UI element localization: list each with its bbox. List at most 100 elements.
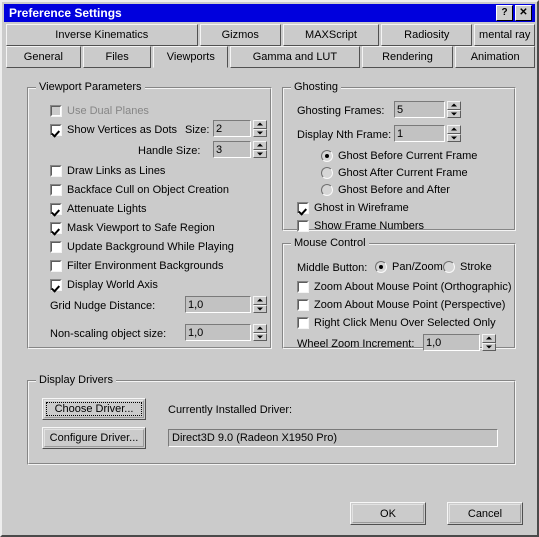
checkbox-label: Zoom About Mouse Point (Perspective) <box>314 299 506 311</box>
radio-ghost-before-and-after[interactable]: Ghost Before and After <box>321 183 450 197</box>
spin-down-icon[interactable] <box>447 133 461 142</box>
checkbox-show-vertices-as-dots[interactable]: Show Vertices as Dots <box>50 123 177 137</box>
mouse-control-group: Mouse Control Middle Button: Pan/Zoom St… <box>282 237 516 351</box>
checkbox-filter-environment-backgrounds[interactable]: Filter Environment Backgrounds <box>50 259 224 273</box>
spin-up-icon[interactable] <box>253 141 267 150</box>
checkbox-label: Attenuate Lights <box>67 203 147 215</box>
ghosting-frames-stepper[interactable]: 5 <box>394 101 461 118</box>
ghosting-frames-spin-buttons[interactable] <box>447 101 461 118</box>
checkbox-box <box>297 220 309 232</box>
tab-row-1: Inverse Kinematics Gizmos MAXScript Radi… <box>6 24 537 46</box>
checkbox-box <box>50 184 62 196</box>
checkbox-show-frame-numbers[interactable]: Show Frame Numbers <box>297 219 424 233</box>
spin-up-icon[interactable] <box>447 101 461 110</box>
display-nth-frame-stepper[interactable]: 1 <box>394 125 461 142</box>
tab-mental-ray[interactable]: mental ray <box>474 24 535 46</box>
window-title: Preference Settings <box>9 6 122 20</box>
configure-driver-button[interactable]: Configure Driver... <box>42 427 146 449</box>
checkbox-mask-viewport-safe-region[interactable]: Mask Viewport to Safe Region <box>50 221 215 235</box>
checkbox-update-background[interactable]: Update Background While Playing <box>50 240 234 254</box>
tab-files[interactable]: Files <box>82 46 152 68</box>
tab-gizmos[interactable]: Gizmos <box>199 24 281 46</box>
tab-rendering[interactable]: Rendering <box>361 46 454 68</box>
title-bar: Preference Settings ? ✕ <box>4 4 535 22</box>
spin-up-icon[interactable] <box>482 334 496 343</box>
spin-up-icon[interactable] <box>253 120 267 129</box>
checkbox-use-dual-planes[interactable]: Use Dual Planes <box>50 104 149 118</box>
spin-down-icon[interactable] <box>253 128 267 137</box>
grid-nudge-spin-buttons[interactable] <box>253 296 267 313</box>
choose-driver-button[interactable]: Choose Driver... <box>42 398 146 420</box>
radio-ghost-before-current-frame[interactable]: Ghost Before Current Frame <box>321 149 477 163</box>
non-scaling-object-size-input[interactable]: 1,0 <box>185 324 251 341</box>
size-stepper[interactable]: 2 <box>213 120 267 137</box>
button-label: Cancel <box>467 507 503 520</box>
grid-nudge-distance-input[interactable]: 1,0 <box>185 296 251 313</box>
tab-row-2: General Files Viewports Gamma and LUT Re… <box>6 46 537 68</box>
checkbox-label: Ghost in Wireframe <box>314 202 409 214</box>
spin-down-icon[interactable] <box>253 332 267 341</box>
button-label: OK <box>380 507 396 520</box>
spin-up-icon[interactable] <box>447 125 461 134</box>
tab-general[interactable]: General <box>6 46 81 68</box>
checkbox-right-click-menu-over-selected-only[interactable]: Right Click Menu Over Selected Only <box>297 316 496 330</box>
spin-down-icon[interactable] <box>447 109 461 118</box>
ok-button[interactable]: OK <box>350 502 426 525</box>
tab-viewports[interactable]: Viewports <box>153 46 229 68</box>
grid-nudge-distance-stepper[interactable]: 1,0 <box>185 296 267 313</box>
tab-label: Animation <box>470 51 520 63</box>
title-bar-buttons: ? ✕ <box>496 5 535 21</box>
radio-pan-zoom[interactable]: Pan/Zoom <box>375 260 443 274</box>
wheel-zoom-spin-buttons[interactable] <box>482 334 496 351</box>
checkbox-box <box>50 203 62 215</box>
tab-radiosity[interactable]: Radiosity <box>381 24 473 46</box>
spin-down-icon[interactable] <box>253 149 267 158</box>
preference-settings-dialog: Preference Settings ? ✕ Inverse Kinemati… <box>0 0 539 537</box>
spin-down-icon[interactable] <box>482 342 496 351</box>
checkbox-label: Filter Environment Backgrounds <box>67 260 224 272</box>
checkbox-label: Show Vertices as Dots <box>67 124 178 136</box>
checkbox-box <box>297 281 309 293</box>
radio-circle <box>443 261 455 273</box>
handle-size-input[interactable]: 3 <box>213 141 251 158</box>
checkbox-display-world-axis[interactable]: Display World Axis <box>50 278 158 292</box>
display-nth-frame-spin-buttons[interactable] <box>447 125 461 142</box>
radio-label: Stroke <box>460 261 492 273</box>
button-label: Choose Driver... <box>54 403 134 415</box>
checkbox-label: Display World Axis <box>67 279 158 291</box>
checkbox-backface-cull[interactable]: Backface Cull on Object Creation <box>50 183 229 197</box>
handle-size-stepper[interactable]: 3 <box>213 141 267 158</box>
radio-circle <box>321 184 333 196</box>
non-scaling-object-size-stepper[interactable]: 1,0 <box>185 324 267 341</box>
checkbox-draw-links-as-lines[interactable]: Draw Links as Lines <box>50 164 165 178</box>
spin-down-icon[interactable] <box>253 304 267 313</box>
tab-animation[interactable]: Animation <box>455 46 535 68</box>
radio-stroke[interactable]: Stroke <box>443 260 492 274</box>
spin-up-icon[interactable] <box>253 296 267 305</box>
checkbox-box <box>50 260 62 272</box>
checkbox-zoom-about-mouse-point-perspective[interactable]: Zoom About Mouse Point (Perspective) <box>297 298 505 312</box>
tab-gamma-and-lut[interactable]: Gamma and LUT <box>230 46 360 68</box>
radio-circle <box>375 261 387 273</box>
tab-inverse-kinematics[interactable]: Inverse Kinematics <box>6 24 198 46</box>
checkbox-label: Update Background While Playing <box>67 241 234 253</box>
installed-driver-field: Direct3D 9.0 (Radeon X1950 Pro) <box>168 429 498 447</box>
tab-label: Radiosity <box>404 29 450 41</box>
wheel-zoom-increment-stepper[interactable]: 1,0 <box>423 334 496 351</box>
checkbox-attenuate-lights[interactable]: Attenuate Lights <box>50 202 147 216</box>
non-scaling-spin-buttons[interactable] <box>253 324 267 341</box>
size-input[interactable]: 2 <box>213 120 251 137</box>
radio-ghost-after-current-frame[interactable]: Ghost After Current Frame <box>321 166 468 180</box>
help-icon[interactable]: ? <box>496 5 513 21</box>
checkbox-zoom-about-mouse-point-orthographic[interactable]: Zoom About Mouse Point (Orthographic) <box>297 280 511 294</box>
size-spin-buttons[interactable] <box>253 120 267 137</box>
ghosting-frames-input[interactable]: 5 <box>394 101 445 118</box>
tab-maxscript[interactable]: MAXScript <box>282 24 380 46</box>
wheel-zoom-increment-input[interactable]: 1,0 <box>423 334 480 351</box>
close-icon[interactable]: ✕ <box>515 5 532 21</box>
display-nth-frame-input[interactable]: 1 <box>394 125 445 142</box>
handle-size-spin-buttons[interactable] <box>253 141 267 158</box>
checkbox-ghost-in-wireframe[interactable]: Ghost in Wireframe <box>297 201 409 215</box>
cancel-button[interactable]: Cancel <box>447 502 523 525</box>
spin-up-icon[interactable] <box>253 324 267 333</box>
